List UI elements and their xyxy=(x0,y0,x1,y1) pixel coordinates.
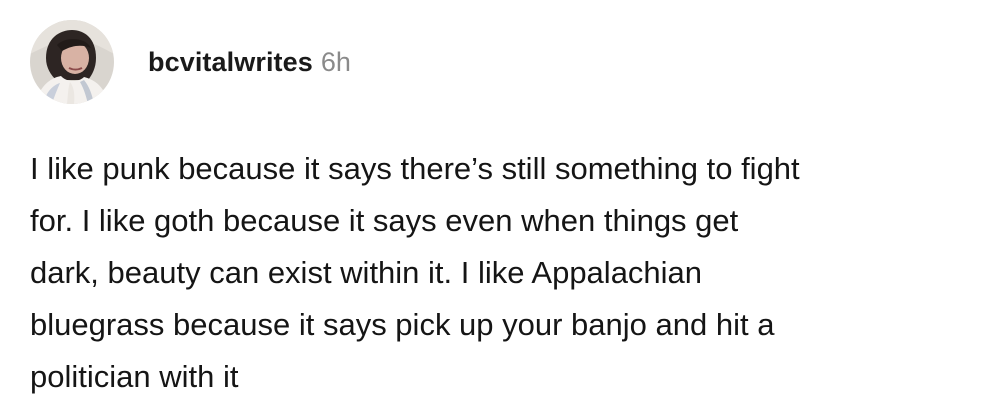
post-body: I like punk because it says there’s stil… xyxy=(30,143,960,403)
post-body-line: bluegrass because it says pick up your b… xyxy=(30,307,775,342)
post-body-line: politician with it xyxy=(30,359,239,394)
profile-photo-icon xyxy=(30,20,114,104)
post-timestamp: 6h xyxy=(320,46,351,77)
post-body-line: dark, beauty can exist within it. I like… xyxy=(30,255,703,290)
username-link[interactable]: bcvitalwrites xyxy=(148,47,313,78)
post-meta: bcvitalwrites 6h xyxy=(148,47,351,78)
avatar[interactable] xyxy=(30,20,114,104)
post-body-line: for. I like goth because it says even wh… xyxy=(30,203,739,238)
post-card: bcvitalwrites 6h I like punk because it … xyxy=(0,0,1000,410)
post-header: bcvitalwrites 6h xyxy=(30,18,351,106)
post-body-line: I like punk because it says there’s stil… xyxy=(30,151,800,186)
